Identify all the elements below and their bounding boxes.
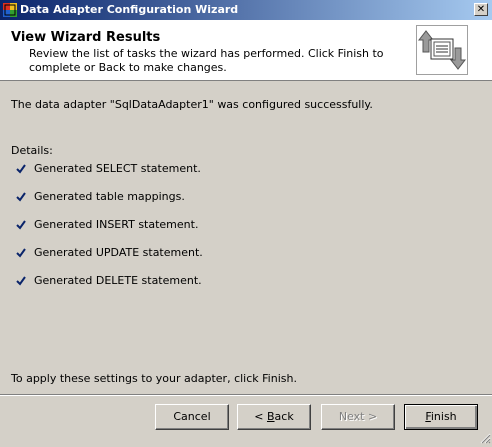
next-button[interactable]: Next > [321, 404, 395, 430]
cancel-button[interactable]: Cancel [155, 404, 229, 430]
footer-note: To apply these settings to your adapter,… [11, 372, 297, 385]
title-bar[interactable]: Data Adapter Configuration Wizard ✕ [0, 0, 492, 20]
resize-grip-icon[interactable] [479, 432, 491, 444]
list-item-label: Generated table mappings. [34, 190, 185, 203]
details-label: Details: [11, 144, 53, 157]
list-item: Generated DELETE statement. [16, 274, 202, 287]
checkmark-icon [16, 220, 26, 230]
checkmark-icon [16, 192, 26, 202]
list-item: Generated table mappings. [16, 190, 185, 203]
wizard-app-icon [3, 3, 17, 17]
divider [0, 394, 492, 396]
status-message: The data adapter "SqlDataAdapter1" was c… [11, 98, 373, 111]
list-item: Generated UPDATE statement. [16, 246, 203, 259]
list-item: Generated SELECT statement. [16, 162, 201, 175]
list-item-label: Generated INSERT statement. [34, 218, 199, 231]
list-item-label: Generated UPDATE statement. [34, 246, 203, 259]
wizard-header: View Wizard Results Review the list of t… [0, 20, 492, 81]
close-icon[interactable]: ✕ [474, 3, 488, 16]
data-exchange-icon [416, 25, 468, 75]
list-item-label: Generated SELECT statement. [34, 162, 201, 175]
window-title: Data Adapter Configuration Wizard [20, 3, 239, 16]
checkmark-icon [16, 276, 26, 286]
list-item-label: Generated DELETE statement. [34, 274, 202, 287]
page-description: Review the list of tasks the wizard has … [29, 47, 384, 74]
checkmark-icon [16, 164, 26, 174]
checkmark-icon [16, 248, 26, 258]
page-title: View Wizard Results [11, 30, 161, 45]
list-item: Generated INSERT statement. [16, 218, 198, 231]
back-button[interactable]: < Back [237, 404, 311, 430]
finish-button[interactable]: Finish [404, 404, 478, 430]
